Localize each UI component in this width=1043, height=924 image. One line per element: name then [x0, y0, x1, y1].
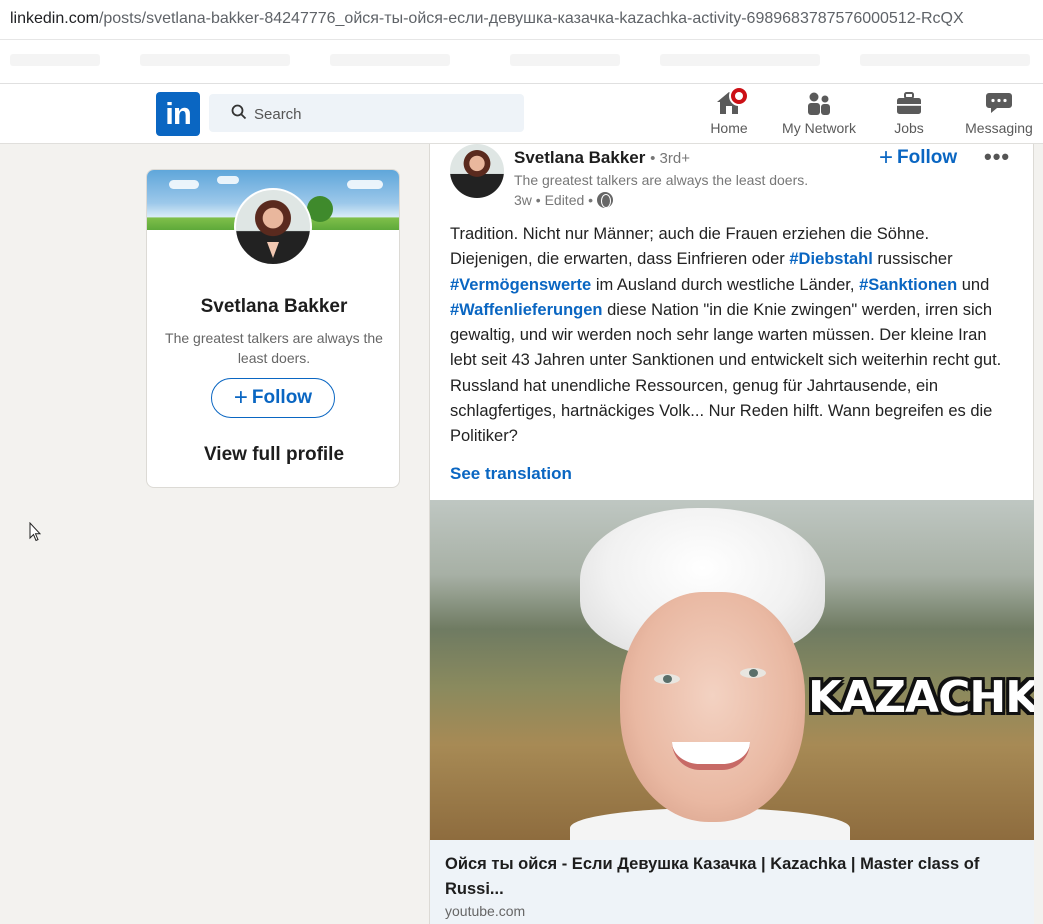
- link-preview-info[interactable]: Ойся ты ойся - Если Девушка Казачка | Ka…: [430, 840, 1034, 924]
- see-translation-link[interactable]: See translation: [450, 464, 572, 484]
- post-text-segment: russischer: [872, 250, 953, 269]
- globe-icon: [597, 192, 614, 208]
- post-author-name: Svetlana Bakker: [514, 148, 646, 167]
- post-author-avatar[interactable]: [450, 144, 504, 198]
- post-author[interactable]: Svetlana Bakker • 3rd+: [514, 148, 690, 168]
- nav-item-label: My Network: [782, 120, 856, 136]
- mouse-cursor-icon: [29, 522, 41, 542]
- bookmark-blur: [330, 54, 450, 66]
- notification-badge: [729, 86, 749, 106]
- eye: [654, 674, 680, 684]
- cloud-decoration: [217, 176, 239, 184]
- profile-headline: The greatest talkers are always the leas…: [165, 330, 383, 366]
- hashtag-link[interactable]: #Vermögenswerte: [450, 276, 591, 294]
- url-path: /posts/svetlana-bakker-84247776_ойся-ты-…: [98, 10, 964, 27]
- post-timestamp: 3w • Edited •: [514, 192, 594, 208]
- nav-item-my-network[interactable]: My Network: [776, 90, 862, 142]
- home-icon: [715, 86, 749, 116]
- search-icon: [231, 104, 247, 120]
- face: [620, 592, 805, 822]
- url-text[interactable]: linkedin.com/posts/svetlana-bakker-84247…: [10, 10, 1043, 28]
- briefcase-icon: [895, 90, 923, 116]
- search-box[interactable]: [209, 94, 524, 132]
- follow-label: Follow: [251, 387, 313, 408]
- bookmark-blur: [10, 54, 100, 66]
- post-meta: 3w • Edited •: [514, 192, 614, 208]
- post-text-segment: diese Nation "in die Knie zwingen" werde…: [450, 300, 1002, 446]
- follow-label: Follow: [897, 147, 958, 168]
- eye: [740, 668, 766, 678]
- nav-item-home[interactable]: Home: [706, 86, 752, 142]
- bookmark-blur: [660, 54, 820, 66]
- post-text-segment: im Ausland durch westliche Länder,: [591, 275, 860, 294]
- link-title[interactable]: Ойся ты ойся - Если Девушка Казачка | Ka…: [445, 852, 1015, 902]
- browser-address-bar[interactable]: linkedin.com/posts/svetlana-bakker-84247…: [0, 0, 1043, 40]
- link-source: youtube.com: [445, 903, 526, 919]
- post-text-segment: und: [957, 275, 990, 294]
- nav-item-label: Home: [710, 120, 748, 136]
- author-profile-card: Svetlana Bakker The greatest talkers are…: [146, 169, 400, 488]
- hashtag-link[interactable]: #Diebstahl: [789, 250, 872, 268]
- messaging-icon: [985, 90, 1013, 116]
- bookmark-blur: [860, 54, 1030, 66]
- linkedin-logo[interactable]: in: [156, 92, 200, 136]
- link-preview-image[interactable]: KAZACHKA: [430, 500, 1034, 840]
- bookmark-blur: [140, 54, 290, 66]
- top-nav: in Home My Network J: [0, 84, 1043, 144]
- nav-item-label: Jobs: [894, 120, 924, 136]
- hashtag-link[interactable]: #Waffenlieferungen: [450, 301, 603, 319]
- cloud-decoration: [347, 180, 383, 189]
- view-full-profile-link[interactable]: View full profile: [147, 444, 399, 466]
- hashtag-link[interactable]: #Sanktionen: [859, 276, 957, 294]
- cloud-decoration: [169, 180, 199, 189]
- profile-avatar[interactable]: [234, 188, 312, 266]
- nav-item-messaging[interactable]: Messaging: [960, 90, 1038, 142]
- plus-icon: +: [233, 384, 248, 411]
- post-card: Svetlana Bakker • 3rd+ The greatest talk…: [429, 144, 1034, 924]
- smile: [672, 742, 750, 770]
- post-author-headline: The greatest talkers are always the leas…: [514, 172, 809, 188]
- more-options-icon[interactable]: •••: [984, 144, 1010, 170]
- url-host: linkedin.com: [10, 10, 99, 27]
- video-overlay-text: KAZACHKA: [808, 672, 1034, 723]
- connection-degree: • 3rd+: [650, 150, 690, 167]
- bookmarks-bar: [0, 40, 1043, 84]
- network-icon: [805, 90, 833, 116]
- plus-icon: +: [879, 144, 894, 171]
- post-follow-button[interactable]: + Follow: [879, 144, 957, 172]
- bookmark-blur: [510, 54, 620, 66]
- follow-button[interactable]: + Follow: [211, 378, 335, 418]
- post-body: Tradition. Nicht nur Männer; auch die Fr…: [450, 222, 1016, 450]
- search-input[interactable]: [254, 103, 514, 125]
- nav-item-jobs[interactable]: Jobs: [887, 90, 931, 142]
- nav-item-label: Messaging: [965, 120, 1033, 136]
- profile-name[interactable]: Svetlana Bakker: [147, 296, 399, 318]
